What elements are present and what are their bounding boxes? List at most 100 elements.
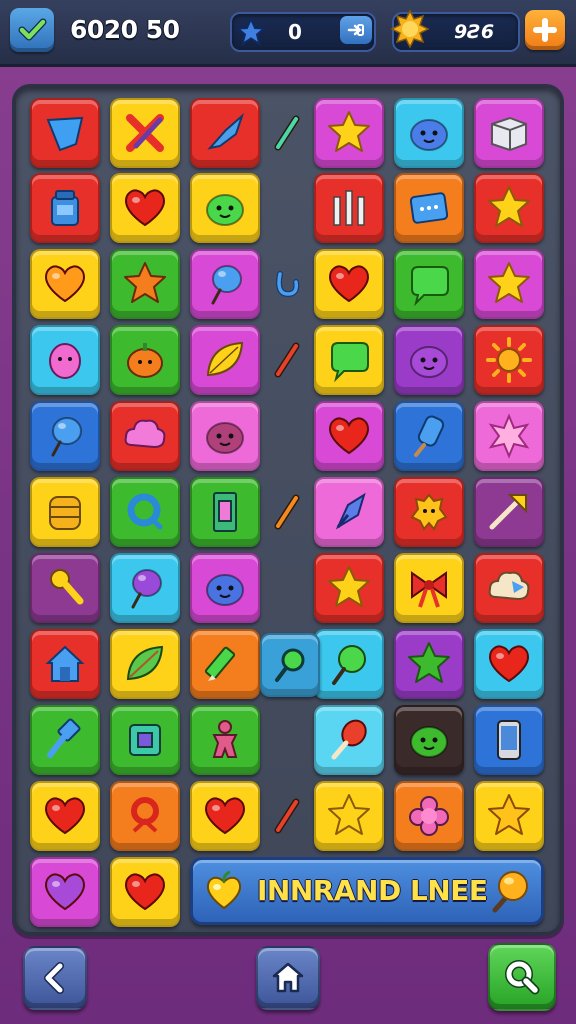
tile-blue-shield[interactable]: [30, 98, 100, 168]
blue-jar-icon: [51, 190, 79, 226]
red-drumstick-icon: [331, 719, 367, 760]
tile-yellow-monster[interactable]: [394, 477, 464, 547]
tile-star[interactable]: [314, 553, 384, 623]
arrow-icon: [347, 24, 364, 36]
tile-green-pencil[interactable]: [190, 629, 260, 699]
tile-white-bars[interactable]: [314, 173, 384, 243]
tile-red-cross-pencil[interactable]: [110, 98, 180, 168]
orange-star-icon: [124, 262, 166, 303]
add-coins-button[interactable]: [525, 10, 565, 50]
tile-yellow-pot[interactable]: [30, 477, 100, 547]
tile-star[interactable]: [314, 781, 384, 851]
tile-blue-cat[interactable]: [190, 553, 260, 623]
red-stick-icon: [274, 342, 300, 378]
tile-blue-house[interactable]: [30, 629, 100, 699]
tile-red-drumstick[interactable]: [314, 705, 384, 775]
tile-cream-cloud[interactable]: [474, 553, 544, 623]
confirm-button[interactable]: [10, 8, 54, 52]
tile-red-bow[interactable]: [394, 553, 464, 623]
tile-green-lollipop[interactable]: [314, 629, 384, 699]
blue-rocket-icon: [207, 112, 245, 150]
tile-magnifier[interactable]: [260, 633, 320, 697]
tile-white-box[interactable]: [474, 98, 544, 168]
tile-heart[interactable]: [474, 629, 544, 699]
tile-orange-heart[interactable]: [30, 249, 100, 319]
tile-blue-card[interactable]: [394, 173, 464, 243]
tile-heart[interactable]: [314, 401, 384, 471]
tile-yellow-key[interactable]: [30, 553, 100, 623]
stars-counter: 0: [230, 12, 376, 52]
tile-blue-door[interactable]: [190, 477, 260, 547]
tile-red-ring[interactable]: [110, 781, 180, 851]
tile-star[interactable]: [474, 249, 544, 319]
tile-blue-popsicle[interactable]: [394, 401, 464, 471]
cream-cloud-icon: [488, 571, 530, 601]
tile-blue-crystal[interactable]: [314, 477, 384, 547]
tile-blue-balloon[interactable]: [30, 401, 100, 471]
tile-blue-rocket[interactable]: [190, 98, 260, 168]
yellow-leaf-icon: [206, 341, 244, 377]
banner-text: INNRAND LNEE: [257, 874, 488, 907]
orange-pumpkin-icon: [127, 343, 163, 378]
tile-blue-balloon[interactable]: [190, 249, 260, 319]
purple-heart-icon: [44, 873, 86, 911]
back-button[interactable]: [23, 946, 87, 1010]
arrow-icon: [489, 494, 527, 530]
checkmark-icon: [18, 18, 47, 41]
tile-phone[interactable]: [474, 705, 544, 775]
tile-green-bubble[interactable]: [314, 325, 384, 395]
tile-plum-blob[interactable]: [190, 401, 260, 471]
gold-burst-icon: [390, 9, 430, 49]
tile-purple-blob[interactable]: [394, 325, 464, 395]
tile-star[interactable]: [314, 98, 384, 168]
tile-heart[interactable]: [314, 249, 384, 319]
star-icon: [328, 566, 370, 607]
tile-orange-pumpkin[interactable]: [110, 325, 180, 395]
pink-cloud-icon: [124, 419, 166, 449]
tile-orange-star[interactable]: [110, 249, 180, 319]
tile-heart[interactable]: [110, 857, 180, 927]
tile-blue-jar[interactable]: [30, 173, 100, 243]
tile-blue-square[interactable]: [110, 705, 180, 775]
plus-icon: [533, 18, 557, 42]
tile-purple-heart[interactable]: [30, 857, 100, 927]
green-pencil-icon: [204, 646, 236, 681]
tile-blue-hammer[interactable]: [30, 705, 100, 775]
home-button[interactable]: [256, 946, 320, 1010]
tile-purple-balloon[interactable]: [110, 553, 180, 623]
tile-blue-ring[interactable]: [110, 477, 180, 547]
tile-pink-burst[interactable]: [474, 401, 544, 471]
pink-gingerbread-icon: [212, 720, 238, 758]
green-smiley-icon: [410, 726, 448, 758]
orange-lollipop-icon: [492, 871, 528, 913]
tile-green-bubble[interactable]: [394, 249, 464, 319]
tile-green-leaf[interactable]: [110, 629, 180, 699]
tile-heart[interactable]: [190, 781, 260, 851]
tile-blue-blob[interactable]: [394, 98, 464, 168]
tile-green-star[interactable]: [394, 629, 464, 699]
score-display: 6020 50: [70, 15, 180, 44]
tile-pink-gingerbread[interactable]: [190, 705, 260, 775]
star-icon: [328, 111, 370, 152]
level-banner[interactable]: INNRAND LNEE: [190, 857, 544, 925]
tile-green-blob[interactable]: [190, 173, 260, 243]
tile-star-face[interactable]: [474, 781, 544, 851]
blue-hammer-icon: [47, 718, 81, 758]
blue-card-icon: [409, 192, 449, 224]
share-button[interactable]: [340, 16, 372, 44]
tile-star[interactable]: [474, 173, 544, 243]
green-lollipop-icon: [332, 645, 366, 685]
tile-heart[interactable]: [110, 173, 180, 243]
top-bar: 6020 50 0 9Ƨ6: [0, 0, 576, 67]
tile-pink-cloud[interactable]: [110, 401, 180, 471]
tile-heart[interactable]: [30, 781, 100, 851]
tile-pink-egg[interactable]: [30, 325, 100, 395]
tile-arrow[interactable]: [474, 477, 544, 547]
search-button[interactable]: [488, 943, 556, 1011]
yellow-monster-icon: [410, 493, 448, 531]
tile-sun[interactable]: [474, 325, 544, 395]
tile-yellow-leaf[interactable]: [190, 325, 260, 395]
tile-pink-flower[interactable]: [394, 781, 464, 851]
heart-icon: [328, 417, 370, 455]
tile-green-smiley[interactable]: [394, 705, 464, 775]
